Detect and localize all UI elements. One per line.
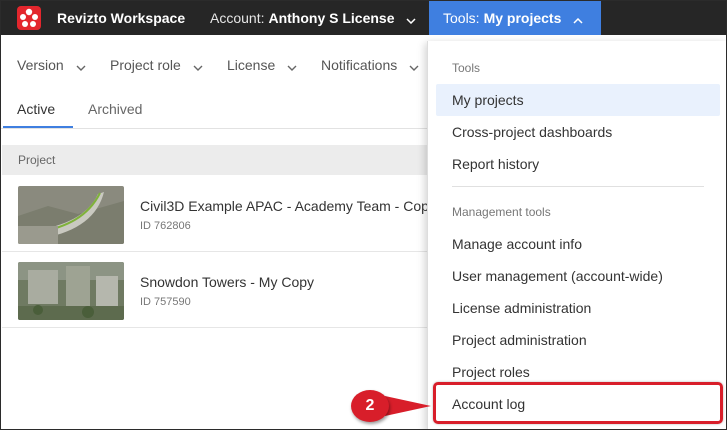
- annotation-arrow: [385, 396, 431, 416]
- menu-item-license-administration[interactable]: License administration: [436, 292, 720, 324]
- table-row[interactable]: Snowdon Towers - My Copy ID 757590: [2, 252, 432, 328]
- tools-value: My projects: [483, 10, 562, 26]
- menu-item-project-administration[interactable]: Project administration: [436, 324, 720, 356]
- tab-archived[interactable]: Archived: [88, 101, 142, 117]
- chevron-down-icon: [409, 58, 419, 74]
- menu-item-manage-account-info[interactable]: Manage account info: [436, 228, 720, 260]
- tools-label: Tools:: [443, 10, 480, 26]
- filter-project-role[interactable]: Project role: [110, 57, 203, 74]
- menu-section-management-tools: Management tools: [452, 205, 551, 219]
- filter-label: Version: [17, 57, 64, 73]
- tab-active[interactable]: Active: [17, 101, 55, 117]
- account-switcher[interactable]: Account: Anthony S License: [210, 10, 416, 27]
- project-name[interactable]: Civil3D Example APAC - Academy Team - Co…: [140, 198, 436, 214]
- revizto-logo-icon[interactable]: [17, 6, 41, 30]
- brand-name: Revizto Workspace: [57, 10, 186, 26]
- project-name[interactable]: Snowdon Towers - My Copy: [140, 274, 314, 290]
- table-row[interactable]: Civil3D Example APAC - Academy Team - Co…: [2, 176, 436, 252]
- filter-version[interactable]: Version: [17, 57, 86, 74]
- chevron-down-icon: [76, 58, 86, 74]
- active-tab-indicator: [3, 126, 73, 128]
- menu-section-tools: Tools: [452, 61, 481, 75]
- project-thumbnail: [18, 262, 124, 320]
- top-navigation-bar: Revizto Workspace Account: Anthony S Lice…: [1, 1, 726, 35]
- filter-label: Project role: [110, 57, 181, 73]
- chevron-up-icon: [573, 11, 583, 27]
- column-header-project[interactable]: Project: [18, 153, 55, 167]
- menu-item-user-management[interactable]: User management (account-wide): [436, 260, 720, 292]
- chevron-down-icon: [193, 58, 203, 74]
- chevron-down-icon: [406, 11, 416, 27]
- project-id: ID 757590: [140, 296, 191, 308]
- project-thumbnail: [18, 186, 124, 244]
- project-id: ID 762806: [140, 220, 191, 232]
- filter-label: License: [227, 57, 276, 73]
- tools-menu-button[interactable]: Tools: My projects: [429, 1, 601, 35]
- annotation-step-badge: 2: [351, 390, 389, 422]
- menu-item-report-history[interactable]: Report history: [436, 148, 720, 180]
- menu-item-cross-project-dashboards[interactable]: Cross-project dashboards: [436, 116, 720, 148]
- table-header: Project: [2, 145, 432, 175]
- tools-dropdown-menu: Tools My projects Cross-project dashboar…: [427, 41, 726, 429]
- filter-license[interactable]: License: [227, 57, 297, 74]
- annotation-highlight-box: [433, 382, 723, 424]
- menu-item-my-projects[interactable]: My projects: [436, 84, 720, 116]
- filter-notifications[interactable]: Notifications: [321, 57, 419, 74]
- menu-divider: [452, 186, 704, 187]
- app-window: Revizto Workspace Account: Anthony S Lice…: [0, 0, 727, 430]
- filter-label: Notifications: [321, 57, 398, 73]
- account-label: Account:: [210, 10, 265, 26]
- chevron-down-icon: [287, 58, 297, 74]
- account-value: Anthony S License: [268, 10, 395, 26]
